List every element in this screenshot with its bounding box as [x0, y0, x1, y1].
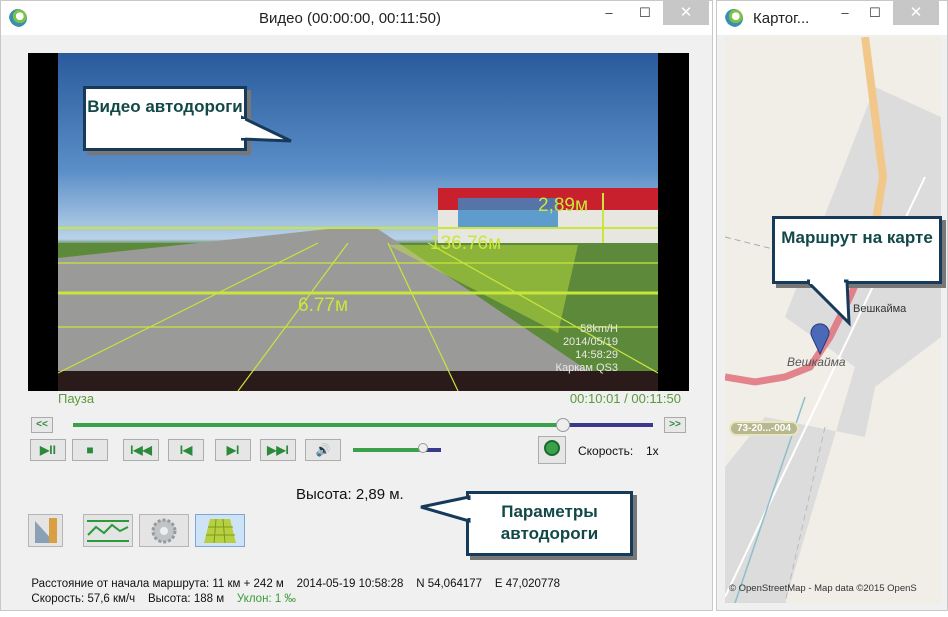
measure-tool-button[interactable] [28, 514, 63, 547]
maximize-button[interactable]: ☐ [627, 1, 663, 25]
zoom-button[interactable] [538, 436, 566, 464]
speed-label: Скорость: [578, 444, 634, 458]
current-speed: Скорость: 57,6 км/ч [31, 593, 136, 605]
callout-video-tail [241, 115, 292, 143]
prev-frame-button[interactable]: I◀ [168, 439, 204, 461]
osd-camera: Каркам QS3 [555, 362, 618, 374]
playback-status: Пауза [58, 391, 95, 406]
seek-track-remaining[interactable] [563, 423, 653, 427]
seek-slider-thumb[interactable] [556, 418, 571, 432]
profile-tool-button[interactable] [83, 514, 133, 547]
callout-map-tail [807, 279, 851, 327]
datetime: 2014-05-19 10:58:28 [296, 578, 404, 590]
altitude: Высота: 188 м [147, 593, 225, 605]
video-window: Видео (00:00:00, 00:11:50) – ☐ ✕ 2,89м 1… [0, 0, 713, 611]
callout-video: Видео автодороги [83, 86, 247, 151]
near-distance-label: 6.77м [298, 295, 349, 316]
magnifier-icon [544, 440, 560, 456]
gear-icon [151, 518, 177, 544]
time-position: 00:10:01 / 00:11:50 [569, 391, 681, 406]
close-button[interactable]: ✕ [663, 1, 709, 25]
callout-params: Параметры автодороги [466, 491, 633, 556]
speed-value[interactable]: 1x [646, 444, 659, 458]
place-label-locality: Вешкайма [787, 355, 846, 369]
play-pause-button[interactable]: ▶II [30, 439, 66, 461]
distance-measure-label: 136.76м [430, 233, 502, 254]
volume-slider[interactable] [353, 443, 441, 455]
map-window: Картог... – ☐ ✕ Вешкайма Вешкайма 73-20.… [716, 0, 948, 611]
info-line-2: Скорость: 57,6 км/ч Высота: 188 м Уклон:… [25, 581, 296, 617]
slope: Уклон: 1 ‰ [236, 593, 296, 605]
map-maximize-button[interactable]: ☐ [857, 1, 893, 25]
app-icon [725, 9, 743, 27]
longitude: E 47,020778 [494, 578, 561, 590]
callout-map: Маршрут на карте [772, 216, 942, 284]
height-readout: Высота: 2,89 м. [296, 486, 404, 503]
next-frame-button[interactable]: ▶I [215, 439, 251, 461]
rewind-button[interactable]: << [31, 417, 53, 433]
map-close-button[interactable]: ✕ [893, 1, 939, 25]
map-attribution[interactable]: © OpenStreetMap - Map data ©2015 OpenS [729, 583, 917, 594]
grid-tool-button[interactable] [195, 514, 245, 547]
volume-button[interactable]: 🔊 [305, 439, 341, 461]
volume-level [353, 448, 424, 452]
minimize-button[interactable]: – [591, 1, 627, 25]
place-label-village: Вешкайма [853, 303, 907, 315]
last-frame-button[interactable]: ▶▶I [260, 439, 296, 461]
callout-params-tail [420, 495, 471, 523]
seek-track-played[interactable] [73, 423, 564, 427]
status-row: Пауза 00:10:01 / 00:11:50 [28, 391, 689, 407]
forward-button[interactable]: >> [664, 417, 686, 433]
height-measure-label: 2,89м [538, 195, 589, 216]
seek-row: << >> [28, 417, 689, 433]
latitude: N 54,064177 [416, 578, 483, 590]
ruler-triangle-icon [35, 518, 57, 543]
elevation-profile-icon [87, 520, 129, 542]
settings-tool-button[interactable] [139, 514, 189, 547]
title-bar[interactable]: Видео (00:00:00, 00:11:50) – ☐ ✕ [1, 1, 712, 35]
stop-button[interactable]: ■ [72, 439, 108, 461]
map-title-bar[interactable]: Картог... – ☐ ✕ [717, 1, 947, 35]
first-frame-button[interactable]: I◀◀ [123, 439, 159, 461]
osd-time: 14:58:29 [575, 349, 618, 361]
road-grid-icon [204, 518, 236, 544]
window-title: Видео (00:00:00, 00:11:50) [259, 10, 441, 27]
app-icon [9, 9, 27, 27]
map-window-title: Картог... [753, 10, 810, 27]
camera-osd: 58km/H 2014/05/19 14:58:29 Каркам QS3 [556, 323, 618, 375]
road-ref-badge: 73-20...-004 [729, 421, 799, 436]
osd-date: 2014/05/19 [562, 336, 618, 348]
osd-speed: 58km/H [580, 323, 618, 335]
